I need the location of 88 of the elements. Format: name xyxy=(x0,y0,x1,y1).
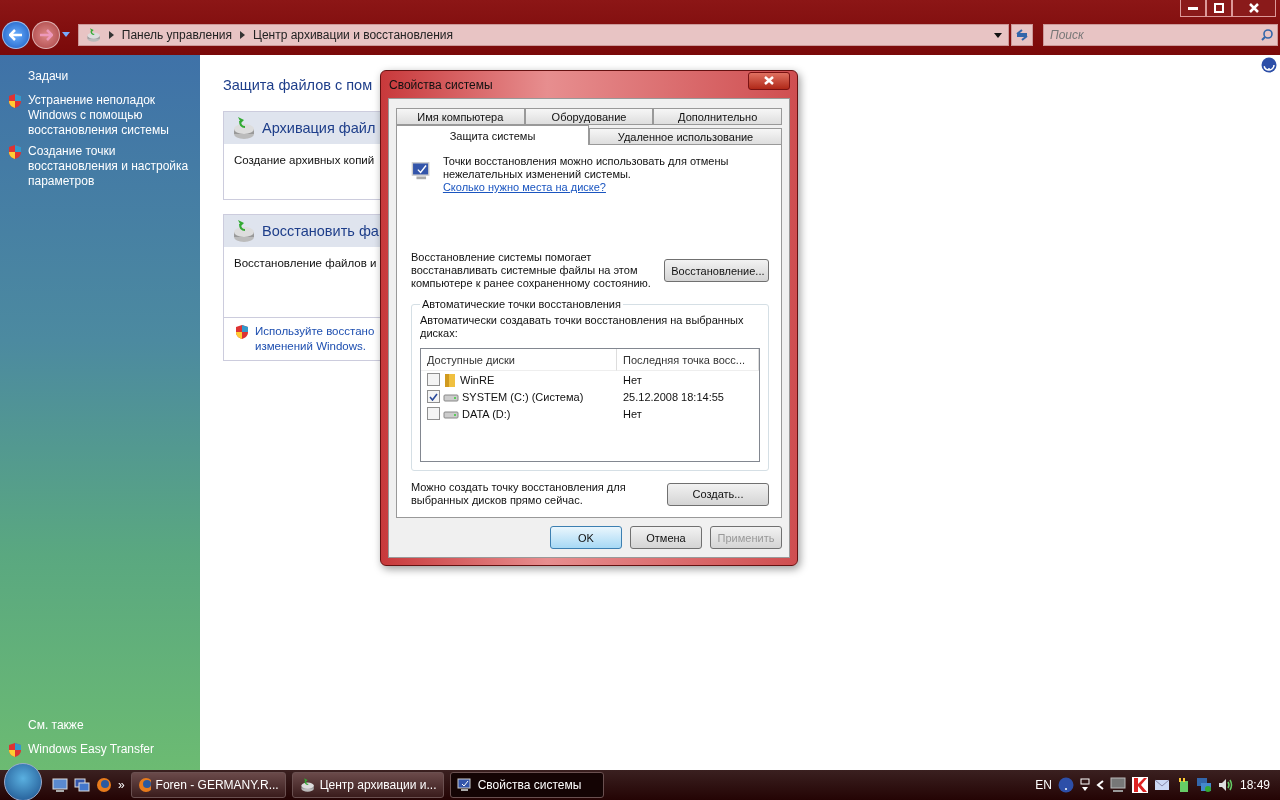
dialog-button[interactable]: OK xyxy=(550,526,622,549)
shield-icon xyxy=(7,144,23,160)
help-icon[interactable] xyxy=(1261,57,1277,73)
info-link[interactable]: Используйте восстано изменений Windows. xyxy=(255,324,375,354)
tab[interactable]: Оборудование xyxy=(524,108,654,125)
back-arrow-icon xyxy=(8,29,23,41)
last-restore-point: Нет xyxy=(622,407,643,420)
more-button[interactable]: » xyxy=(118,778,125,792)
tab[interactable]: Дополнительно xyxy=(653,108,782,125)
shield-icon xyxy=(7,93,23,109)
close-button[interactable] xyxy=(1232,0,1276,17)
task-link[interactable]: Устранение неполадок Windows с помощью восстановления системы xyxy=(28,93,190,138)
checkbox[interactable] xyxy=(427,407,440,420)
drive-name: DATA (D:) xyxy=(462,407,511,420)
shield-icon xyxy=(234,324,250,340)
start-button[interactable] xyxy=(4,763,42,800)
taskbar-button[interactable]: Foren - GERMANY.R... xyxy=(130,772,286,798)
group-title: Автоматические точки восстановления xyxy=(421,298,622,310)
breadcrumb[interactable]: Панель управления xyxy=(121,28,232,42)
section-text: Восстановление файлов и xyxy=(233,256,378,271)
page-heading: Защита файлов с пом xyxy=(223,77,373,93)
section-text: Создание архивных копий xyxy=(233,153,376,168)
restore-icon xyxy=(1214,3,1224,13)
backup-icon xyxy=(298,777,315,793)
restore-button[interactable] xyxy=(1206,0,1232,17)
column-header[interactable]: Последняя точка восс... xyxy=(617,349,759,371)
dialog-title: Свойства системы xyxy=(388,77,493,92)
window-icon[interactable] xyxy=(1079,778,1090,792)
group-description: Автоматически создавать точки восстановления на выбранных дисках: xyxy=(420,314,745,340)
search-field[interactable]: Поиск xyxy=(1042,24,1278,46)
close-button[interactable] xyxy=(748,71,790,90)
drive-icon xyxy=(443,408,459,419)
dropdown-icon[interactable] xyxy=(994,32,1003,38)
restore-description: Восстановление системы помогает восстанавливать системные файлы на этом компьютере к ранее сохраненному состоянию. xyxy=(411,251,652,290)
browser-icon xyxy=(96,777,112,793)
mail-icon[interactable] xyxy=(1153,778,1170,792)
backup-icon xyxy=(84,27,101,43)
caret-icon[interactable] xyxy=(61,32,70,38)
create-description: Можно создать точку восстановления для выбранных дисков прямо сейчас. xyxy=(411,481,627,507)
chevron-icon[interactable] xyxy=(108,31,114,39)
dialog-button[interactable]: Отмена xyxy=(630,526,702,549)
minimize-button[interactable] xyxy=(1180,0,1206,17)
folder-icon xyxy=(443,372,457,387)
restore-button[interactable]: Восстановление... xyxy=(664,259,769,282)
intro-text: Точки восстановления можно использовать для отмены нежелательных изменений системы. xyxy=(442,155,730,181)
refresh-icon xyxy=(1015,29,1029,41)
task-link[interactable]: Создание точки восстановления и настройка параметров xyxy=(28,144,190,189)
taskbar-button[interactable]: Свойства системы xyxy=(449,772,604,798)
forward-arrow-icon xyxy=(38,29,53,41)
drive-name: WinRE xyxy=(460,373,495,386)
column-header[interactable]: Доступные диски xyxy=(421,349,617,371)
minimize-icon xyxy=(1188,6,1198,10)
network-icon[interactable] xyxy=(1195,777,1212,793)
breadcrumb[interactable]: Центр архивации и восстановления xyxy=(253,28,453,42)
taskbar-button[interactable]: Центр архивации и... xyxy=(291,772,444,798)
address-bar[interactable]: Панель управления Центр архивации и восстановления xyxy=(77,24,1010,46)
check-icon xyxy=(429,392,438,401)
windows-icon[interactable] xyxy=(74,778,90,792)
checkbox[interactable] xyxy=(427,390,440,403)
forward-button[interactable] xyxy=(31,21,60,49)
desktop-icon[interactable] xyxy=(52,778,68,792)
section-title: Задачи xyxy=(27,69,70,83)
back-button[interactable] xyxy=(2,21,30,49)
tab[interactable]: Удаленное использование xyxy=(589,128,782,145)
checkbox[interactable] xyxy=(427,373,440,386)
browser-icon xyxy=(137,777,151,793)
last-restore-point: 25.12.2008 18:14:55 xyxy=(622,390,725,403)
search-icon[interactable] xyxy=(1261,29,1273,41)
close-icon xyxy=(764,76,774,85)
antivirus-icon[interactable] xyxy=(1131,777,1148,793)
drive-name: SYSTEM (C:) (Система) xyxy=(462,390,584,403)
section-title: См. также xyxy=(27,718,85,732)
chevron-icon[interactable] xyxy=(1095,780,1104,790)
tab[interactable]: Защита системы xyxy=(396,125,589,145)
refresh-button[interactable] xyxy=(1011,24,1033,46)
close-icon xyxy=(1249,3,1259,13)
volume-icon[interactable] xyxy=(1217,778,1234,792)
shield-icon xyxy=(7,742,23,758)
chevron-icon[interactable] xyxy=(240,31,245,39)
computer-icon xyxy=(456,777,473,793)
language-indicator[interactable]: EN xyxy=(1035,778,1052,792)
last-restore-point: Нет xyxy=(622,373,643,386)
create-button[interactable]: Создать... xyxy=(667,482,769,506)
clock[interactable]: 18:49 xyxy=(1239,778,1270,792)
tab[interactable]: Имя компьютера xyxy=(396,108,525,125)
drive-icon xyxy=(443,391,459,402)
monitor-icon[interactable] xyxy=(1109,777,1126,793)
help-link[interactable]: Сколько нужно места на диске? xyxy=(442,181,606,194)
